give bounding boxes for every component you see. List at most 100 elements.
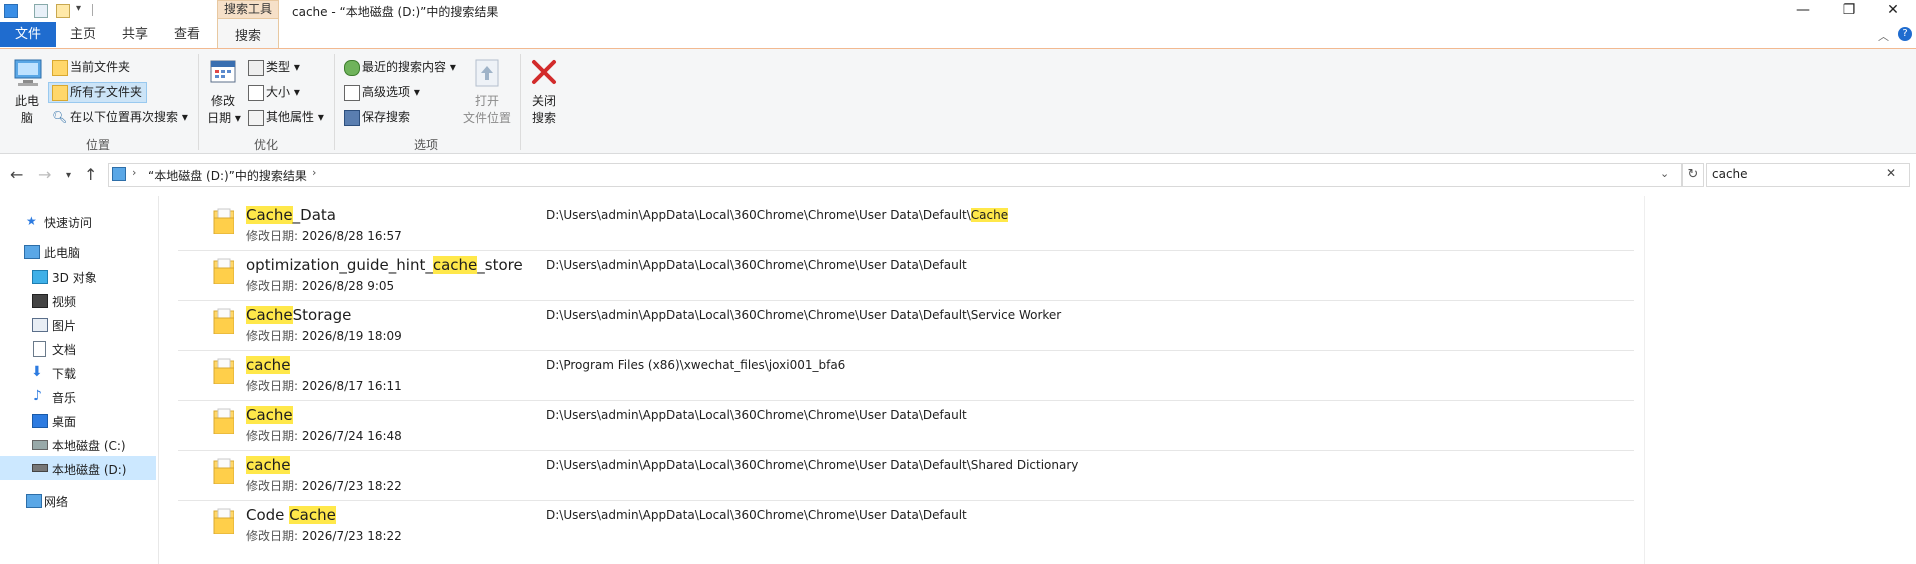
nav-item-pictures[interactable]: 图片 bbox=[52, 317, 76, 334]
recent-searches-button[interactable]: 最近的搜索内容 ▾ bbox=[362, 59, 456, 75]
result-modified-date: 修改日期: 2026/7/23 18:22 bbox=[246, 477, 402, 494]
drive-c-icon bbox=[32, 440, 48, 450]
explorer-app-icon bbox=[4, 4, 18, 18]
nav-item-music[interactable]: 音乐 bbox=[52, 389, 76, 406]
content-divider bbox=[1644, 196, 1645, 564]
desktop-icon bbox=[32, 414, 48, 428]
this-pc-label-2[interactable]: 脑 bbox=[10, 110, 44, 127]
result-path-text: D:\Users\admin\AppData\Local\360Chrome\C… bbox=[546, 258, 967, 272]
modified-date-label-1[interactable]: 修改 bbox=[206, 93, 240, 110]
breadcrumb-chevron-icon[interactable]: › bbox=[312, 166, 316, 179]
result-name[interactable]: Cache_Data bbox=[246, 206, 336, 224]
recent-searches-label: 最近的搜索内容 bbox=[362, 60, 447, 74]
other-properties-button[interactable]: 其他属性 ▾ bbox=[266, 109, 324, 125]
nav-item-quick-access[interactable]: 快速访问 bbox=[44, 214, 92, 231]
collapse-ribbon-icon[interactable]: ︿ bbox=[1878, 28, 1889, 44]
result-name[interactable]: CacheStorage bbox=[246, 306, 351, 324]
modified-date-value: 2026/7/23 18:22 bbox=[301, 529, 402, 543]
modified-date-value: 2026/7/24 16:48 bbox=[301, 429, 402, 443]
breadcrumb[interactable]: “本地磁盘 (D:)”中的搜索结果 bbox=[148, 167, 307, 184]
maximize-button[interactable]: ❐ bbox=[1826, 0, 1872, 22]
advanced-options-button[interactable]: 高级选项 ▾ bbox=[362, 84, 420, 100]
document-icon bbox=[33, 341, 46, 357]
result-name-text: Code bbox=[246, 506, 290, 524]
result-name-highlight: Cache bbox=[289, 506, 336, 524]
this-pc-label-1[interactable]: 此电 bbox=[10, 93, 44, 110]
modified-date-label: 修改日期: bbox=[246, 379, 302, 393]
result-name[interactable]: cache bbox=[246, 456, 291, 474]
folder-icon bbox=[213, 208, 234, 234]
nav-item-this-pc[interactable]: 此电脑 bbox=[44, 244, 80, 261]
result-name[interactable]: optimization_guide_hint_cache_store bbox=[246, 256, 523, 274]
forward-arrow-icon[interactable]: → bbox=[38, 165, 51, 184]
result-separator bbox=[178, 300, 1634, 301]
close-search-label-2[interactable]: 搜索 bbox=[526, 110, 562, 127]
search-again-button[interactable]: 在以下位置再次搜索 ▾ bbox=[70, 109, 188, 125]
other-properties-label: 其他属性 bbox=[266, 110, 315, 124]
tab-file[interactable]: 文件 bbox=[0, 22, 56, 47]
modified-date-label: 修改日期: bbox=[246, 429, 302, 443]
tab-share[interactable]: 共享 bbox=[118, 22, 152, 47]
nav-item-network[interactable]: 网络 bbox=[44, 493, 68, 510]
calendar-icon bbox=[210, 60, 236, 83]
result-name-highlight: Cache bbox=[246, 206, 293, 224]
close-window-button[interactable]: ✕ bbox=[1870, 0, 1916, 22]
kind-button[interactable]: 类型 ▾ bbox=[266, 59, 300, 75]
result-name[interactable]: cache bbox=[246, 356, 291, 374]
title-bar: ▾ bbox=[0, 0, 1916, 22]
modified-date-label-2: 日期 bbox=[207, 111, 232, 125]
up-arrow-icon[interactable]: ↑ bbox=[84, 165, 97, 184]
result-path: D:\Users\admin\AppData\Local\360Chrome\C… bbox=[546, 408, 967, 422]
nav-item-documents[interactable]: 文档 bbox=[52, 341, 76, 358]
nav-item-videos[interactable]: 视频 bbox=[52, 293, 76, 310]
address-dropdown-chevron-icon[interactable]: ⌄ bbox=[1660, 167, 1669, 180]
result-modified-date: 修改日期: 2026/8/19 18:09 bbox=[246, 327, 402, 344]
breadcrumb-chevron-icon[interactable]: › bbox=[132, 166, 136, 179]
properties-icon[interactable] bbox=[34, 4, 48, 18]
drive-d-icon bbox=[32, 464, 48, 472]
clear-search-icon[interactable]: ✕ bbox=[1886, 166, 1896, 180]
tab-view[interactable]: 查看 bbox=[170, 22, 204, 47]
result-name[interactable]: Cache bbox=[246, 406, 293, 424]
help-icon[interactable]: ? bbox=[1898, 27, 1912, 41]
folder-icon bbox=[213, 258, 234, 284]
customize-toolbar-icon[interactable]: ▾ bbox=[76, 3, 81, 14]
modified-date-button[interactable]: 日期 ▾ bbox=[204, 110, 244, 127]
search-input-value[interactable]: cache bbox=[1712, 167, 1748, 181]
result-name-highlight: Cache bbox=[246, 306, 293, 324]
new-folder-icon[interactable] bbox=[56, 4, 70, 18]
tab-home[interactable]: 主页 bbox=[66, 22, 100, 47]
size-button[interactable]: 大小 ▾ bbox=[266, 84, 300, 100]
back-arrow-icon[interactable]: ← bbox=[10, 165, 23, 184]
video-icon bbox=[32, 294, 48, 308]
address-bar[interactable] bbox=[108, 163, 1682, 187]
modified-date-label: 修改日期: bbox=[246, 479, 302, 493]
save-search-button[interactable]: 保存搜索 bbox=[362, 109, 410, 125]
result-name[interactable]: Code Cache bbox=[246, 506, 336, 524]
result-name-text: _store bbox=[477, 256, 523, 274]
result-name-text: _Data bbox=[292, 206, 336, 224]
group-refine-label: 优化 bbox=[254, 138, 279, 152]
nav-item-3d-objects[interactable]: 3D 对象 bbox=[52, 269, 97, 286]
size-icon bbox=[248, 85, 264, 101]
kind-label: 类型 bbox=[266, 60, 291, 74]
nav-item-drive-c[interactable]: 本地磁盘 (C:) bbox=[52, 437, 126, 454]
recent-searches-icon bbox=[344, 60, 360, 76]
refresh-icon[interactable]: ↻ bbox=[1682, 163, 1704, 187]
ribbon-separator bbox=[198, 54, 199, 150]
nav-item-desktop[interactable]: 桌面 bbox=[52, 413, 76, 430]
music-note-icon: ♪ bbox=[33, 388, 42, 404]
result-name-highlight: cache bbox=[432, 256, 478, 274]
nav-item-downloads[interactable]: 下载 bbox=[52, 365, 76, 382]
all-subfolders-button[interactable]: 所有子文件夹 bbox=[70, 84, 142, 100]
group-location-label: 位置 bbox=[86, 138, 111, 152]
nav-item-drive-d[interactable]: 本地磁盘 (D:) bbox=[52, 461, 126, 478]
minimize-button[interactable]: — bbox=[1780, 0, 1826, 22]
result-path-text: D:\Users\admin\AppData\Local\360Chrome\C… bbox=[546, 208, 971, 222]
close-search-label-1[interactable]: 关闭 bbox=[526, 93, 562, 110]
recent-locations-chevron-icon[interactable]: ▾ bbox=[66, 170, 71, 181]
result-name-highlight: Cache bbox=[246, 406, 293, 424]
tab-search[interactable]: 搜索 bbox=[217, 18, 279, 50]
this-pc-icon bbox=[24, 245, 40, 259]
current-folder-button[interactable]: 当前文件夹 bbox=[70, 59, 130, 75]
